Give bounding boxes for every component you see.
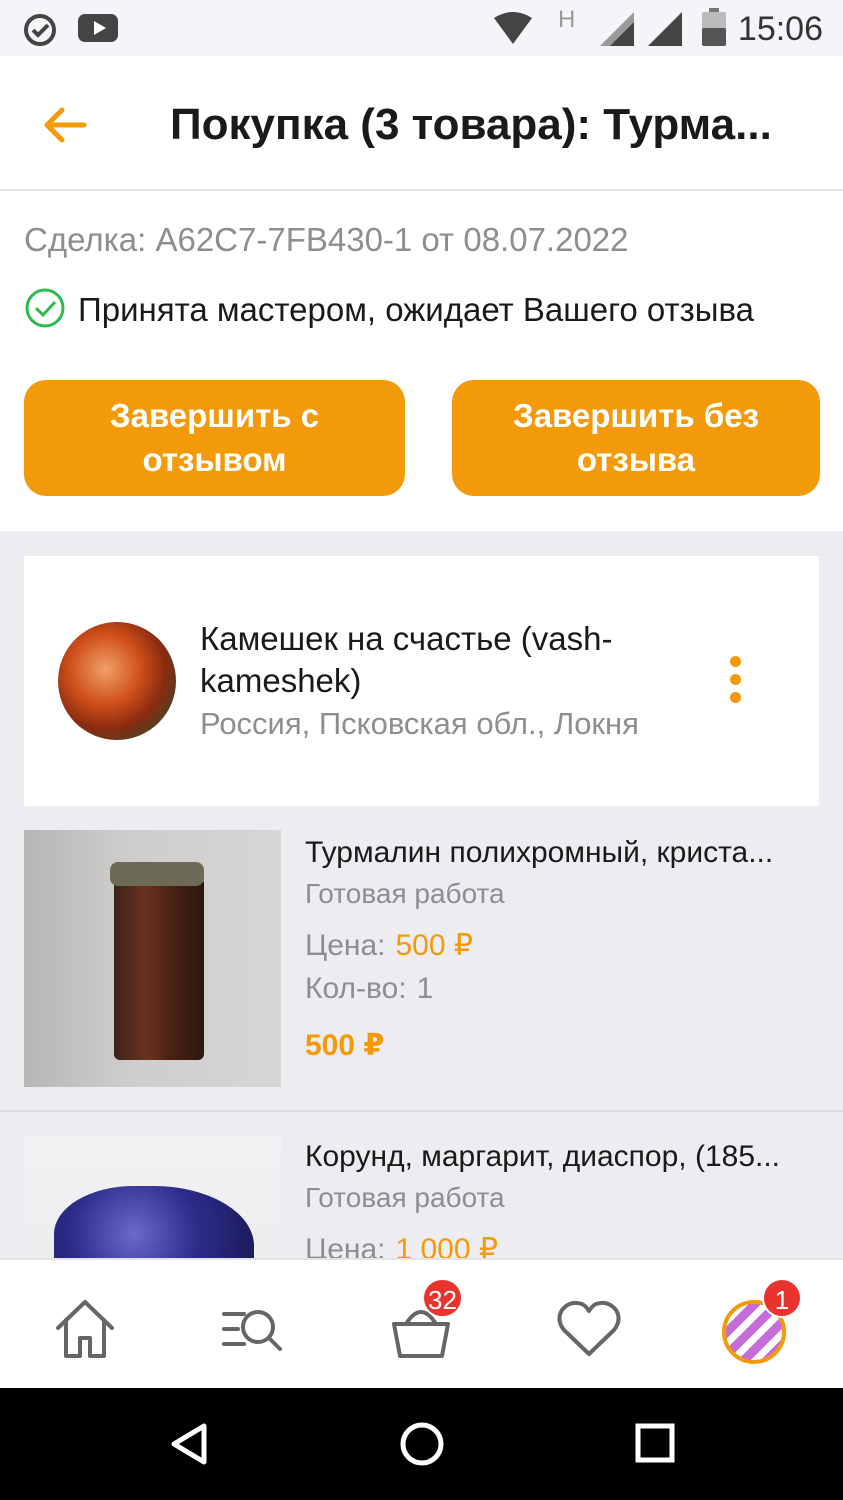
page-title: Покупка (3 товара): Турма... [170, 100, 772, 149]
price-value: 500 ₽ [395, 929, 473, 962]
signal-icon-2 [648, 12, 682, 46]
price-value: 1 000 ₽ [395, 1233, 498, 1258]
wifi-icon [494, 12, 532, 44]
deal-id: Сделка: A62C7-7FB430-1 от 08.07.2022 [24, 221, 629, 258]
system-recents-icon[interactable] [634, 1422, 676, 1464]
seller-avatar[interactable] [58, 622, 176, 740]
product-title[interactable]: Корунд, маргарит, диаспор, (185... [305, 1140, 805, 1174]
bottom-navigation: 32 1 [0, 1258, 843, 1390]
cart-badge: 32 [422, 1278, 463, 1318]
youtube-icon [78, 14, 118, 42]
product-image[interactable] [24, 830, 281, 1087]
back-arrow-icon[interactable] [40, 100, 90, 150]
seller-location: Россия, Псковская обл., Локня [200, 706, 639, 741]
seller-card[interactable]: Камешек на счастье (vash-kameshek) Росси… [24, 556, 819, 806]
signal-icon [600, 12, 634, 46]
crystal-shape [114, 870, 204, 1060]
check-circle-icon [25, 288, 65, 328]
catalog-search-icon[interactable] [218, 1294, 288, 1364]
status-bar: H 15:06 [0, 0, 843, 56]
network-type: H [558, 6, 576, 33]
product-item[interactable]: Турмалин полихромный, криста... Готовая … [0, 806, 843, 1112]
cart-nav-item[interactable]: 32 [386, 1278, 463, 1364]
deal-section: Сделка: A62C7-7FB430-1 от 08.07.2022 При… [0, 191, 843, 531]
qty-value: 1 [416, 972, 434, 1005]
product-item[interactable]: Корунд, маргарит, диаспор, (185... Готов… [0, 1112, 843, 1258]
profile-badge: 1 [762, 1278, 802, 1318]
qty-label: Кол-во: [305, 972, 407, 1005]
price-label: Цена: [305, 1233, 386, 1258]
sync-icon [24, 14, 56, 46]
product-type: Готовая работа [305, 1182, 505, 1213]
complete-without-review-button[interactable]: Завершить без отзыва [452, 380, 820, 496]
app-bar: Покупка (3 товара): Турма... [0, 56, 843, 191]
product-price-row: Цена: 500 ₽ [305, 928, 473, 963]
system-back-icon[interactable] [168, 1422, 208, 1466]
product-image[interactable] [24, 1136, 281, 1258]
seller-name[interactable]: Камешек на счастье (vash-kameshek) [200, 618, 670, 702]
product-total: 500 ₽ [305, 1029, 385, 1062]
product-type: Готовая работа [305, 878, 505, 909]
more-options-icon[interactable] [730, 656, 746, 708]
system-navigation-bar [0, 1388, 843, 1500]
rock-shape [54, 1186, 254, 1258]
system-home-icon[interactable] [398, 1420, 446, 1468]
home-icon[interactable] [50, 1294, 120, 1364]
product-price-row: Цена: 1 000 ₽ [305, 1232, 498, 1258]
crystal-top-shape [110, 862, 204, 886]
heart-icon[interactable] [554, 1294, 624, 1364]
price-label: Цена: [305, 929, 386, 962]
clock: 15:06 [737, 10, 823, 48]
profile-nav-item[interactable]: 1 [722, 1278, 802, 1370]
product-title[interactable]: Турмалин полихромный, криста... [305, 836, 805, 870]
complete-with-review-button[interactable]: Завершить с отзывом [24, 380, 405, 496]
deal-status: Принята мастером, ожидает Вашего отзыва [78, 291, 755, 328]
battery-icon [702, 8, 726, 46]
product-qty-row: Кол-во: 1 [305, 972, 433, 1006]
